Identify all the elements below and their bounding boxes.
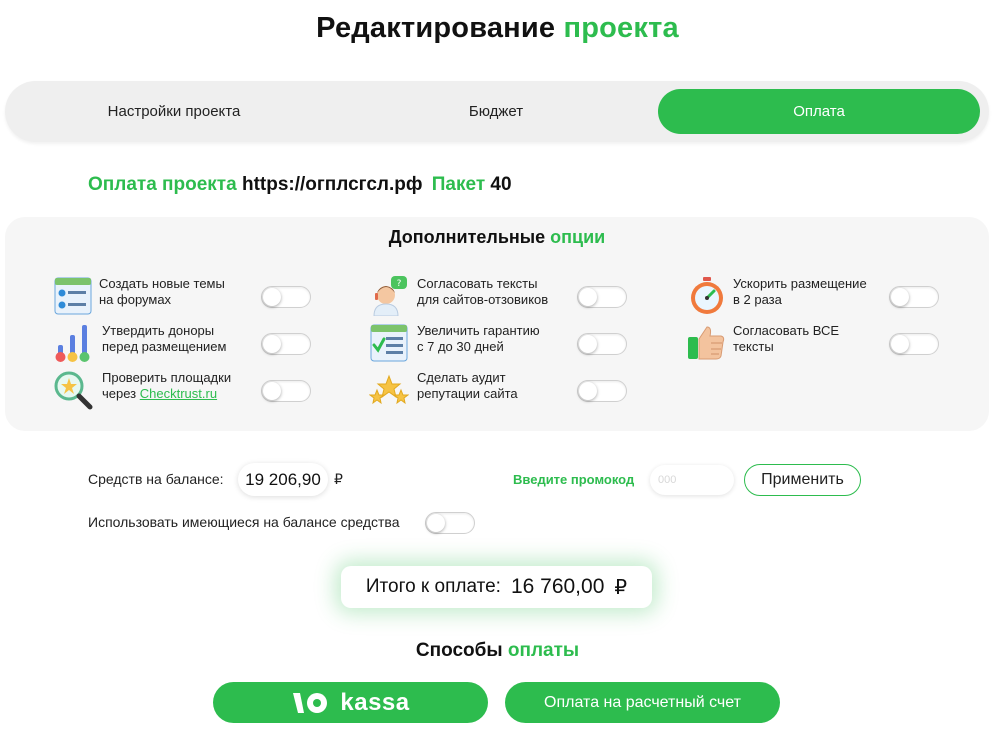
option-approve-donors-line2: перед размещением xyxy=(102,339,227,354)
page-title: Редактирование проекта xyxy=(0,12,995,45)
option-approve-donors: Утвердить доноры перед размещением xyxy=(53,323,313,365)
tab-budget[interactable]: Бюджет xyxy=(335,89,657,134)
rating-bars-icon xyxy=(55,325,90,362)
total-currency: ₽ xyxy=(614,576,628,599)
options-title: Дополнительные опции xyxy=(5,227,989,248)
balance-currency: ₽ xyxy=(334,471,343,487)
options-title-accent: опции xyxy=(550,227,606,247)
option-approve-all-texts-line1: Согласовать ВСЕ xyxy=(733,323,840,338)
option-forum-topics-line1: Создать новые темы xyxy=(99,276,225,291)
option-extend-guarantee-line1: Увеличить гарантию xyxy=(417,323,540,338)
option-extend-guarantee: Увеличить гарантию с 7 до 30 дней xyxy=(369,323,629,365)
option-approve-all-texts: Согласовать ВСЕ тексты xyxy=(687,323,947,365)
option-forum-topics-toggle[interactable] xyxy=(261,286,311,308)
stars-icon xyxy=(369,374,409,405)
option-review-texts-toggle[interactable] xyxy=(577,286,627,308)
yookassa-logo-icon xyxy=(293,692,328,713)
thumbs-up-icon xyxy=(688,326,725,360)
page-title-main: Редактирование xyxy=(316,12,556,44)
payment-methods-title: Способы оплаты xyxy=(0,640,995,662)
option-speed-up: Ускорить размещение в 2 раза xyxy=(687,276,947,318)
use-balance-toggle[interactable] xyxy=(425,512,475,534)
option-speed-up-toggle[interactable] xyxy=(889,286,939,308)
option-extend-guarantee-line2: с 7 до 30 дней xyxy=(417,339,504,354)
option-reputation-audit-toggle[interactable] xyxy=(577,380,627,402)
option-check-platforms-line2: через Checktrust.ru xyxy=(102,386,231,402)
balance-label: Средств на балансе: xyxy=(88,471,224,487)
page-title-accent: проекта xyxy=(563,12,679,44)
stopwatch-icon xyxy=(691,277,723,314)
total-value: 16 760,00 xyxy=(510,575,605,598)
bank-transfer-button[interactable]: Оплата на расчетный счет xyxy=(505,682,780,723)
option-approve-donors-toggle[interactable] xyxy=(261,333,311,355)
yookassa-logo: kassa xyxy=(291,689,409,717)
apply-promo-button[interactable]: Применить xyxy=(744,464,861,496)
magnifier-star-icon xyxy=(54,371,93,410)
option-speed-up-line2: в 2 раза xyxy=(733,292,782,307)
project-url: https://огплсгсл.рф xyxy=(241,174,423,195)
option-reputation-audit: Сделать аудит репутации сайта xyxy=(369,370,629,412)
option-forum-topics-line2: на форумах xyxy=(99,292,172,307)
guarantee-checklist-icon xyxy=(370,324,408,362)
tab-bar: Настройки проекта Бюджет Оплата xyxy=(5,81,989,142)
project-summary: Оплата проекта https://огплсгсл.рф Пакет… xyxy=(88,174,512,196)
option-approve-all-texts-toggle[interactable] xyxy=(889,333,939,355)
forum-topics-icon xyxy=(54,277,92,315)
payment-methods-title-accent: оплаты xyxy=(507,640,580,661)
option-forum-topics: Создать новые темы на форумах xyxy=(53,276,313,318)
option-extend-guarantee-toggle[interactable] xyxy=(577,333,627,355)
use-balance-label: Использовать имеющиеся на балансе средст… xyxy=(88,514,400,530)
tab-payment[interactable]: Оплата xyxy=(658,89,980,134)
total-label: Итого к оплате: xyxy=(365,576,501,597)
option-approve-donors-line1: Утвердить доноры xyxy=(102,323,215,338)
payment-methods-title-main: Способы xyxy=(415,640,503,661)
option-review-texts-line1: Согласовать тексты xyxy=(417,276,538,291)
option-approve-all-texts-line2: тексты xyxy=(733,339,774,354)
option-reputation-audit-line1: Сделать аудит xyxy=(417,370,506,385)
option-check-platforms-toggle[interactable] xyxy=(261,380,311,402)
tab-project-settings[interactable]: Настройки проекта xyxy=(13,89,335,134)
option-reputation-audit-line2: репутации сайта xyxy=(417,386,518,401)
option-speed-up-line1: Ускорить размещение xyxy=(733,276,867,291)
svg-text:?: ? xyxy=(397,279,402,289)
project-label: Оплата проекта xyxy=(88,174,237,195)
support-agent-icon: ? xyxy=(373,276,407,316)
options-title-main: Дополнительные xyxy=(388,227,546,247)
option-review-texts-line2: для сайтов-отзовиков xyxy=(417,292,549,307)
promo-code-input[interactable] xyxy=(650,465,734,495)
option-review-texts: ? Согласовать тексты для сайтов-отзовико… xyxy=(369,276,629,318)
yookassa-text: kassa xyxy=(340,688,410,716)
yookassa-button[interactable]: kassa xyxy=(213,682,488,723)
balance-value: 19 206,90 xyxy=(238,463,328,496)
package-value: 40 xyxy=(490,174,512,195)
additional-options-panel: Дополнительные опции Создать новые темы … xyxy=(5,217,989,431)
option-check-platforms-prefix: через xyxy=(102,386,137,401)
checktrust-link[interactable]: Checktrust.ru xyxy=(140,386,217,401)
total-to-pay: Итого к оплате: 16 760,00 ₽ xyxy=(341,566,652,608)
option-check-platforms: Проверить площадки через Checktrust.ru xyxy=(53,370,313,412)
option-check-platforms-line1: Проверить площадки xyxy=(102,370,232,385)
package-label: Пакет xyxy=(431,174,486,195)
promo-label: Введите промокод xyxy=(513,472,635,487)
